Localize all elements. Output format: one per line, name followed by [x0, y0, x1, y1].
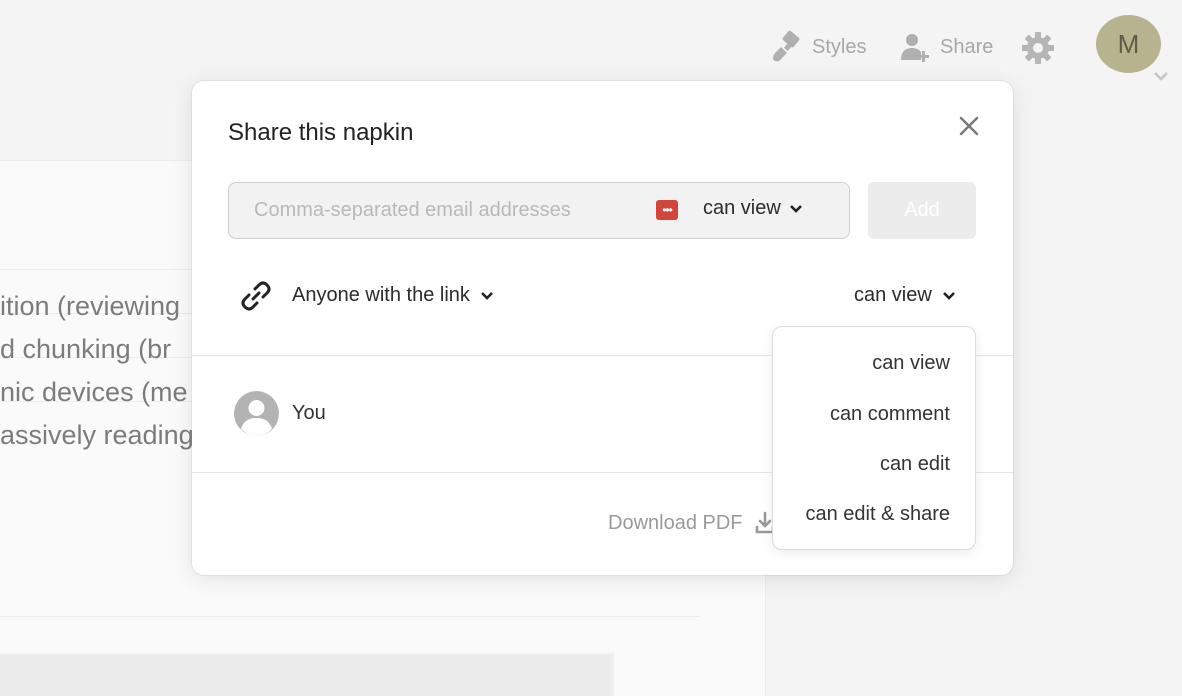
paint-brush-icon — [773, 30, 800, 62]
document-line: assively reading. — [0, 420, 202, 450]
link-permission-label: can view — [854, 284, 932, 306]
avatar-initial: M — [1117, 28, 1140, 59]
password-manager-icon[interactable]: ••• — [656, 200, 678, 220]
download-label: Download PDF — [608, 511, 743, 534]
permission-menu: can view can comment can edit can edit &… — [772, 326, 976, 550]
chevron-down-icon[interactable] — [1152, 70, 1170, 82]
link-scope-label: Anyone with the link — [292, 284, 470, 306]
user-avatar-icon — [234, 391, 279, 436]
share-label: Share — [940, 35, 994, 58]
link-scope-select[interactable]: Anyone with the link — [292, 284, 494, 307]
chevron-down-icon — [942, 291, 955, 300]
chevron-down-icon — [480, 291, 493, 300]
menu-item-can-view[interactable]: can view — [872, 352, 950, 375]
styles-button[interactable]: Styles — [770, 30, 866, 64]
invite-row: ••• can view — [228, 182, 850, 239]
settings-button[interactable] — [1020, 30, 1056, 66]
document-line: nic devices (me — [0, 377, 188, 407]
document-line: ition (reviewing — [0, 291, 181, 321]
account-avatar[interactable]: M — [1096, 15, 1161, 73]
menu-item-can-edit[interactable]: can edit — [880, 453, 950, 476]
menu-item-can-comment[interactable]: can comment — [830, 403, 950, 426]
add-button[interactable]: Add — [868, 182, 976, 239]
gear-icon — [1022, 32, 1054, 64]
close-icon[interactable] — [956, 113, 982, 139]
menu-item-can-edit-share[interactable]: can edit & share — [805, 503, 950, 526]
link-icon — [241, 281, 271, 311]
download-pdf-button[interactable]: Download PDF — [608, 511, 775, 535]
invite-permission-label: can view — [703, 197, 781, 219]
share-button[interactable]: Share — [898, 30, 993, 64]
email-input[interactable] — [229, 183, 639, 238]
divider — [0, 616, 700, 617]
modal-title: Share this napkin — [228, 119, 414, 146]
document-block — [0, 652, 614, 696]
add-user-icon — [901, 34, 929, 62]
member-name: You — [292, 402, 326, 424]
link-permission-select[interactable]: can view — [854, 284, 956, 307]
document-text: ition (reviewing d chunking (br nic devi… — [0, 285, 201, 457]
styles-label: Styles — [812, 35, 867, 58]
document-line: d chunking (br — [0, 334, 172, 364]
chevron-down-icon — [789, 204, 802, 213]
invite-permission-select[interactable]: can view — [703, 197, 803, 220]
